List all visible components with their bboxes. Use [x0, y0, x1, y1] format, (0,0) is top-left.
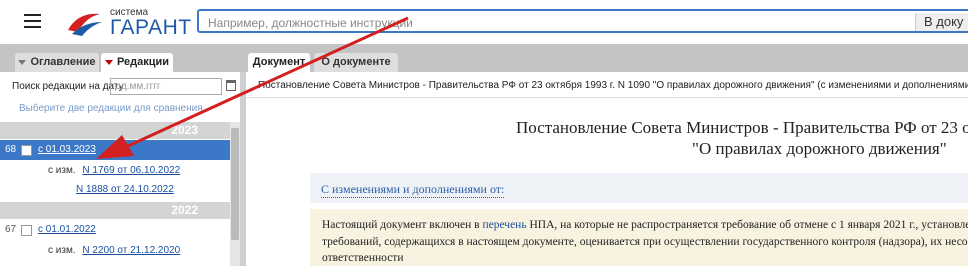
annotation-arrow — [96, 16, 409, 159]
